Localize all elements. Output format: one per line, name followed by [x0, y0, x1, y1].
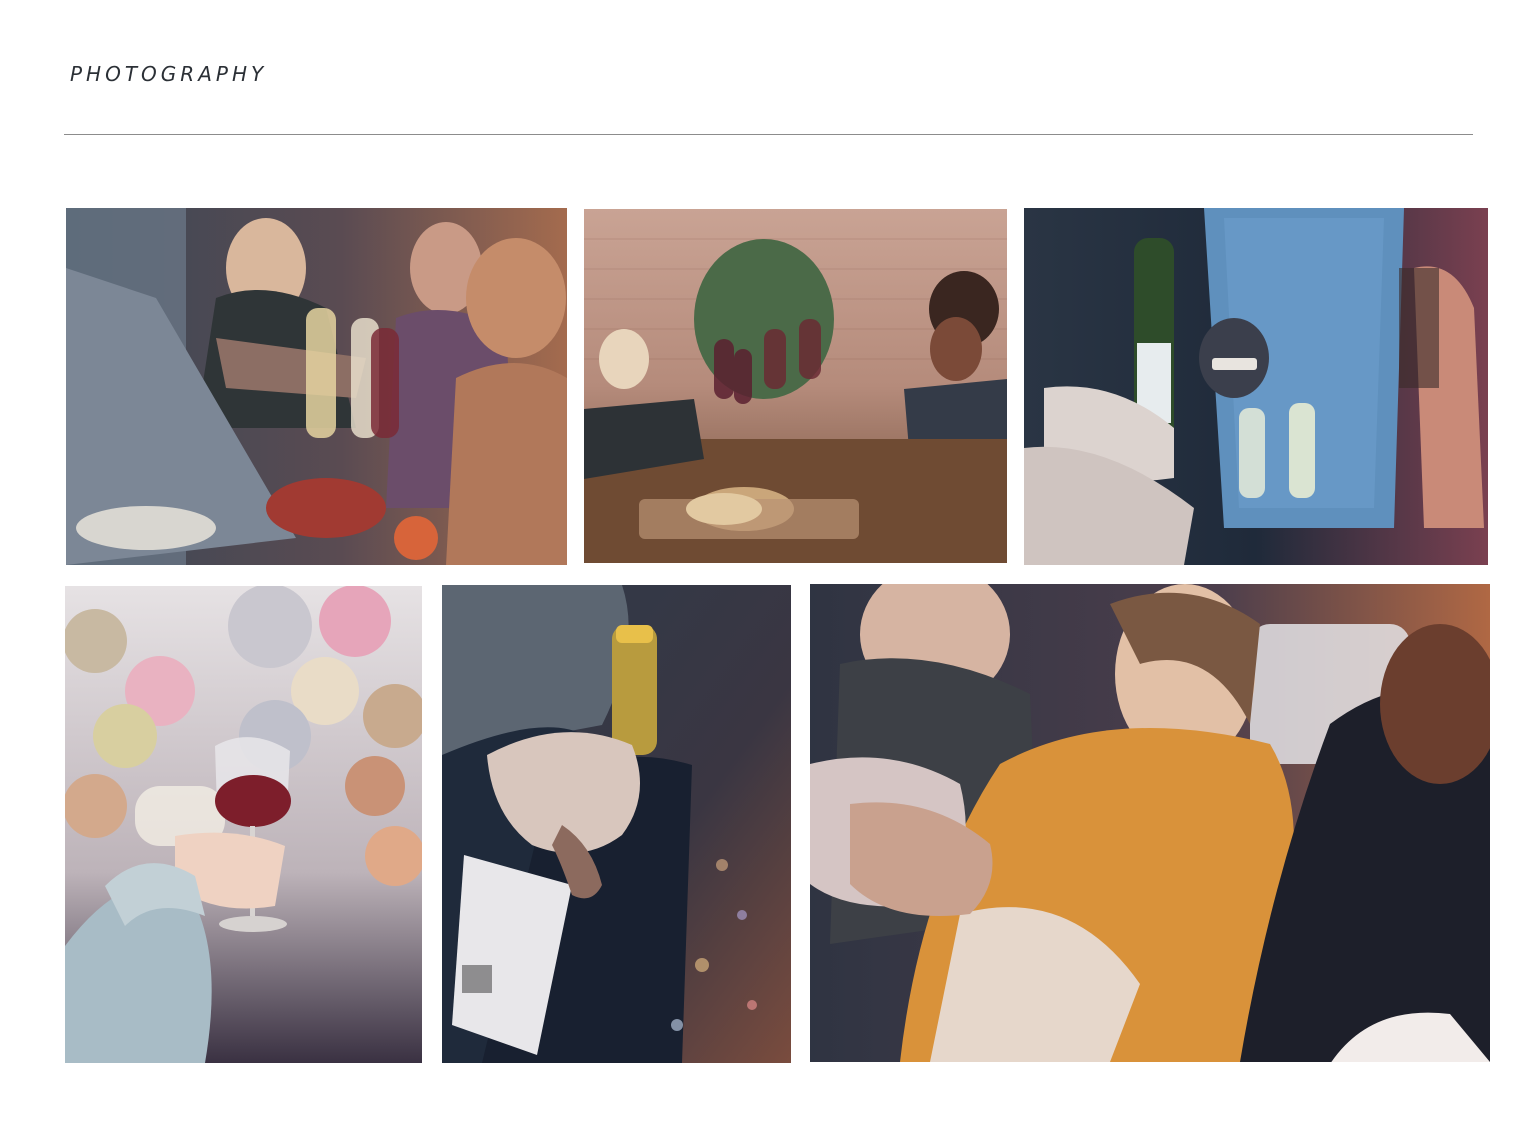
- header-divider: [64, 134, 1473, 135]
- toast-friends-photo: [66, 208, 567, 565]
- balloons-wine-glass-photo: [65, 586, 422, 1063]
- wine-bottle-hand-photo: [442, 585, 791, 1063]
- page-title: PHOTOGRAPHY: [70, 62, 268, 86]
- party-wine-pour-photo: [1024, 208, 1488, 565]
- laughing-friends-photo: [810, 584, 1490, 1062]
- dinner-table-toast-photo: [584, 209, 1007, 563]
